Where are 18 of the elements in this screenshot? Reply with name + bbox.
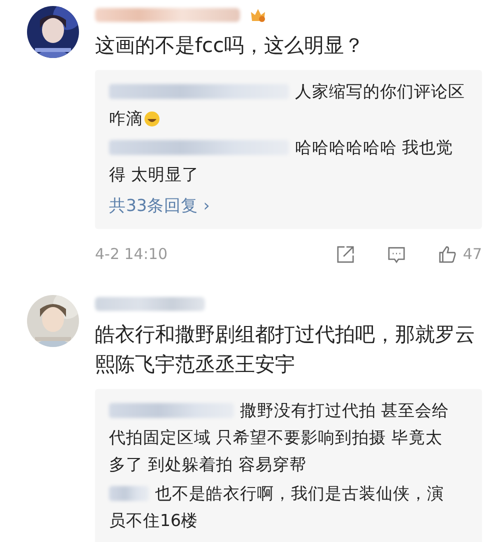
comment-text: 皓衣行和撒野剧组都打过代拍吧，那就罗云熙陈飞宇范丞丞王安宇 [95, 321, 476, 378]
reply-text: 也不是皓衣行啊，我们是古装仙侠，演 [155, 483, 444, 505]
reply-text: 员不住16楼 [109, 510, 198, 532]
more-replies-link[interactable]: 共33条回复 › [109, 196, 210, 215]
blurred-name [109, 486, 149, 501]
reply-text: 代拍固定区域 只希望不要影响到拍摄 毕竟太 [109, 427, 442, 449]
reply-text: 多了 到处躲着拍 容易穿帮 [109, 454, 306, 476]
timestamp: 4-2 14:10 [95, 245, 168, 263]
reply-text: 得 太明显了 [109, 164, 200, 186]
like-count: 47 [462, 245, 482, 263]
comment-text: 这画的不是fcc吗，这么明显？ [95, 32, 366, 59]
share-icon[interactable] [336, 244, 355, 264]
reply-text: 哈哈哈哈哈哈 我也觉 [295, 137, 454, 159]
thumbs-up-icon[interactable] [438, 244, 457, 264]
reply-text: 人家缩写的你们评论区 [295, 81, 465, 103]
reply-text: 咋滴 [109, 108, 143, 130]
comment-icon[interactable] [386, 244, 406, 264]
reply-text: 撒野没有打过代拍 甚至会给 [240, 400, 450, 422]
